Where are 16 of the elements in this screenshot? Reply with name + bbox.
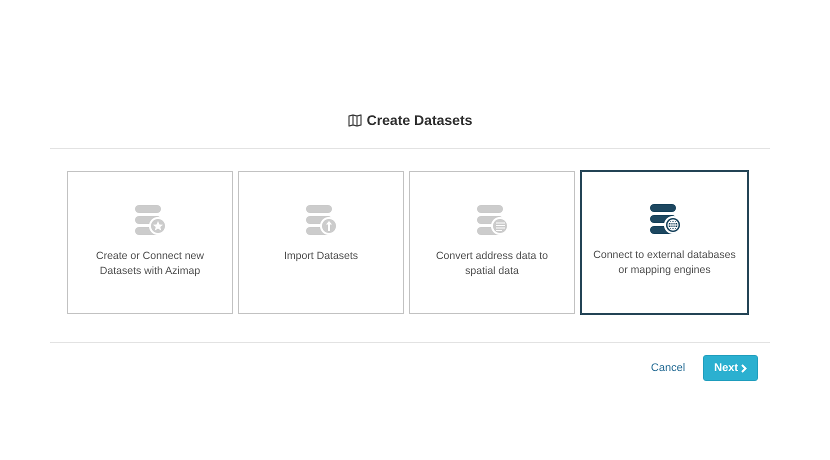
option-label: Import Datasets [284, 249, 358, 264]
chevron-icon [741, 364, 747, 372]
database-icon [648, 204, 682, 236]
option-card[interactable]: Create or Connect new Datasets with Azimap [67, 171, 233, 314]
database-icon [133, 205, 167, 237]
option-label: Connect to external databases or mapping engines [592, 248, 737, 278]
map-icon [348, 114, 362, 126]
dialog-title: Create Datasets [366, 112, 472, 128]
option-card[interactable]: Import Datasets [238, 171, 404, 314]
option-card[interactable]: Convert address data to spatial data [409, 171, 575, 314]
option-card[interactable]: Connect to external databases or mapping engines [580, 170, 749, 315]
option-label: Convert address data to spatial data [434, 249, 550, 279]
option-label: Create or Connect new Datasets with Azimap [95, 249, 205, 279]
database-icon [304, 205, 338, 237]
cancel-link[interactable]: Cancel [650, 362, 686, 374]
database-icon [475, 205, 509, 237]
